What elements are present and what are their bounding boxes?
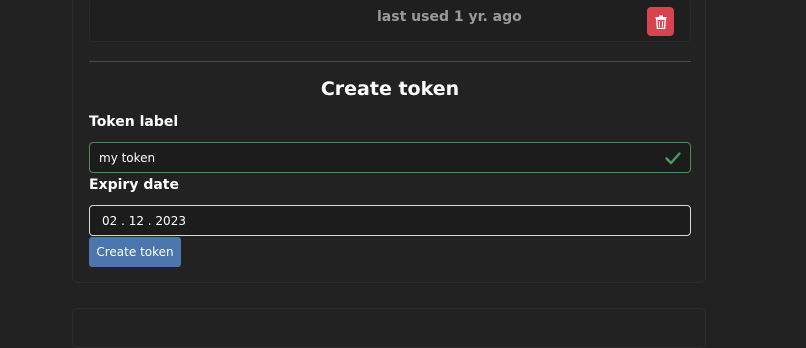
check-icon [665,152,681,165]
expiry-date-label: Expiry date [89,177,179,193]
delete-token-button[interactable] [647,7,674,36]
expiry-date-input[interactable]: 02 . 12 . 2023 [89,205,691,236]
trash-icon [655,14,666,29]
token-label-label: Token label [89,114,179,130]
token-label-input[interactable]: my token [89,142,691,173]
token-last-used: last used 1 yr. ago [377,9,522,25]
create-token-heading: Create token [320,78,460,100]
create-token-button[interactable]: Create token [89,237,181,267]
token-label-value: my token [99,150,156,165]
expiry-date-value: 02 . 12 . 2023 [102,213,186,228]
next-card [72,308,706,348]
divider [89,61,691,62]
